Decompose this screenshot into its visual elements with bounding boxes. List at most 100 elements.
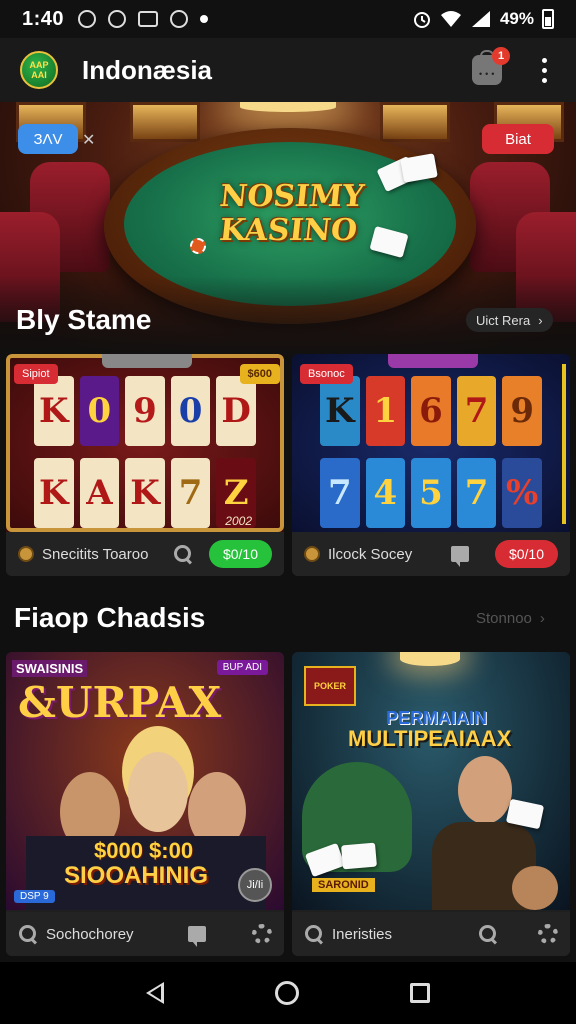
status-notification-icons [78,10,209,28]
promo-money: $000 $:00 [94,838,194,863]
slot-art: K 0 9 0 D K A K 7 Z 2002 Sipiot $600 [6,354,284,532]
reel-symbol: 7 [456,376,497,446]
hero-title-line1: NOSIMY [218,179,366,214]
promo-art: SWAISINIS BUP ADI &URPAX $000 $:00 SIOOA… [6,652,284,910]
reel-symbol: 0 [170,376,211,446]
reel-symbol: 6 [411,376,451,446]
game-name: Ineristies [332,925,393,943]
reel-symbol: K [125,458,165,528]
game-name: Snecitits Toaroo [42,545,149,563]
system-nav-bar [0,962,576,1024]
app-title: Indonæsia [82,54,213,85]
reel-symbol: 0 [79,376,120,446]
gear-icon[interactable] [252,924,272,944]
play-button[interactable]: $0/10 [494,540,558,568]
app-bar: AAP AAI Indonæsia ••• 1 [0,38,576,102]
reel-symbol: 5 [411,458,451,528]
logo-line1: AAP [29,60,49,70]
promo-headline: &URPAX [18,678,222,727]
close-icon[interactable]: ✕ [82,130,95,150]
person-face [512,866,558,910]
card-tag: Sipiot [14,364,58,384]
scroll-indicator [562,364,566,524]
reel-row-bottom: 7 4 5 7 % [320,458,542,528]
chevron-right-icon: › [538,312,543,328]
reel-symbol: D [216,376,256,446]
promo-subline: SIOOAHINIG [64,862,209,889]
alarm-icon [413,12,430,28]
gear-icon[interactable] [538,924,558,944]
search-icon[interactable] [478,924,498,944]
overflow-menu-button[interactable] [532,57,556,83]
card-tag: Bsonoc [300,364,353,384]
status-bar: 1:40 49% [0,0,576,38]
status-time: 1:40 [22,7,65,30]
see-more-button-1[interactable]: Uict Rera › [466,308,553,332]
cart-badge: 1 [492,47,510,65]
sync-icon [78,10,97,28]
ceiling-lamp [240,102,336,112]
status-system-icons: 49% [412,9,554,29]
reel-symbol: K [34,376,74,446]
reel-row-top: K 0 9 0 D [34,376,256,446]
media-icon [170,10,189,28]
recent-apps-icon[interactable] [410,983,431,1003]
see-more-label: Uict Rera [476,312,531,328]
hero-title: NOSIMY KASINO [191,179,388,248]
chat-icon[interactable] [188,926,206,947]
game-name: Sochochorey [46,925,134,943]
reel-symbol: % [502,458,542,528]
ceiling-lamp [400,652,460,666]
game-card[interactable]: SWAISINIS BUP ADI &URPAX $000 $:00 SIOOA… [6,652,284,956]
hero-badge-right[interactable]: Biat [482,124,554,154]
game-card[interactable]: POKER PERMAIAIN MULTIPEAIAAX SARONID Ine… [292,652,570,956]
menu-dot-icon [541,77,547,83]
search-icon[interactable] [18,924,38,944]
promo-tag-right: BUP ADI [216,660,268,675]
search-icon[interactable] [304,924,324,944]
see-more-button-2[interactable]: Stonnoo › [466,606,555,630]
app-logo[interactable]: AAP AAI [20,51,58,89]
more-notifications-icon [200,15,209,23]
reel-symbol: 1 [365,376,406,446]
play-button[interactable]: $0/10 [208,540,272,568]
wifi-icon [440,11,461,27]
reel-symbol: 7 [456,458,497,528]
hero-badge-left[interactable]: ЗΛV [18,124,78,154]
logo-line2: AAI [31,70,47,80]
person-face [128,752,188,832]
back-icon[interactable] [145,982,164,1004]
menu-dot-icon [541,57,547,63]
card-footer: Ineristies [292,912,570,956]
reel-symbol: K [34,458,74,528]
reel-row-bottom: K A K 7 Z [34,458,256,528]
corner-button[interactable]: Ji/Ii [238,868,272,902]
reel-symbol: A [79,458,120,528]
game-card[interactable]: K 0 9 0 D K A K 7 Z 2002 Sipiot $600 Sne… [6,354,284,576]
menu-dot-icon [541,67,547,73]
window-decor [380,102,450,142]
window-decor [130,102,200,142]
reel-row-top: K 1 6 7 9 [320,376,542,446]
coin-icon [18,546,34,562]
battery-percent: 49% [499,9,534,28]
promo-tag: SWAISINIS [12,660,88,677]
game-card[interactable]: K 1 6 7 9 7 4 5 7 % Bsonoc Ilcock Socey … [292,354,570,576]
cart-button[interactable]: ••• 1 [472,47,510,85]
promo-art: POKER PERMAIAIN MULTIPEAIAAX SARONID [292,652,570,910]
notification-circle-icon [108,10,127,28]
promo-headline-2: MULTIPEAIAAX [348,726,512,751]
slot-topper [102,354,192,368]
section-title-1: Bly Stame [16,304,152,335]
shopping-bag-icon: ••• [479,69,498,79]
home-icon[interactable] [274,981,299,1005]
game-name: Ilcock Socey [328,545,413,563]
person-face [458,756,512,824]
search-icon[interactable] [173,544,193,564]
reel-symbol: 7 [170,458,211,528]
poker-crest: POKER [304,666,356,706]
see-more-label: Stonnoo [476,609,532,627]
reel-symbol: 4 [365,458,406,528]
chat-icon[interactable] [450,546,469,567]
card-footer: Snecitits Toaroo $0/10 [6,532,284,576]
